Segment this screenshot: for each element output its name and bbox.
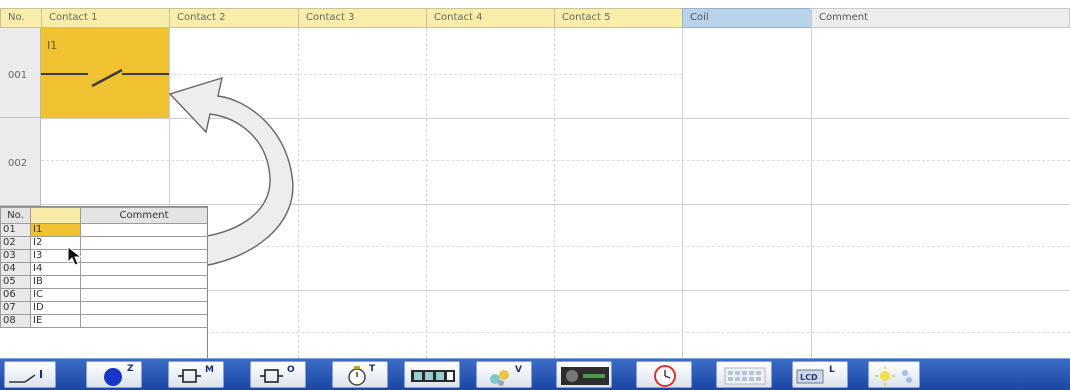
input-name[interactable]: IC [30,288,81,302]
light-button[interactable] [868,361,920,388]
list-item[interactable]: 03 I3 [0,249,207,263]
input-name[interactable]: IE [30,314,81,328]
list-item[interactable]: 04 I4 [0,262,207,276]
input-name[interactable]: I1 [30,223,81,237]
counter-button[interactable] [404,361,460,388]
column-header-contact-4[interactable]: Contact 4 [426,8,555,28]
counter-icon [411,370,455,382]
compare-v-icon [490,370,509,386]
o-button[interactable]: O [250,361,306,388]
contact-input-button[interactable]: I [4,361,56,388]
blue-circle-icon [104,368,122,386]
svg-text:LCD: LCD [800,373,818,382]
lcd-icon: LCD [796,369,824,384]
list-item[interactable]: 02 I2 [0,236,207,250]
keypad-icon [724,367,766,385]
instruction-toolbar: I Z M O T V LCD L [0,358,1070,390]
list-item[interactable]: 07 ID [0,301,207,315]
column-header-contact-5[interactable]: Contact 5 [554,8,683,28]
column-header-contact-1[interactable]: Contact 1 [41,8,170,28]
input-name[interactable]: ID [30,301,81,315]
relay-m-icon [178,369,201,383]
clock-button[interactable] [636,361,692,388]
input-name[interactable]: IB [30,275,81,289]
list-header-no: No. [0,207,31,224]
list-header-comment: Comment [80,207,207,224]
column-header-comment[interactable]: Comment [811,8,1070,28]
row-number-002[interactable]: 002 [0,118,41,206]
list-item[interactable]: 06 IC [0,288,207,302]
list-item[interactable]: 05 IB [0,275,207,289]
column-header-no: No. [0,8,42,28]
timer-icon [348,366,366,386]
clock-icon [654,365,676,387]
column-header-contact-3[interactable]: Contact 3 [298,8,427,28]
z-button[interactable]: Z [86,361,142,388]
relay-o-icon [260,369,283,383]
mouse-pointer-icon [67,245,83,266]
light-icon [875,366,912,386]
timer-button[interactable]: T [332,361,388,388]
list-item[interactable]: 08 IE [0,314,207,328]
lcd-button[interactable]: LCD L [792,361,848,388]
analog-button[interactable] [556,361,612,388]
contact-input-icon [9,374,36,383]
list-header-name [30,207,81,224]
analog-icon [561,367,609,385]
column-header-coil[interactable]: Coil [682,8,812,28]
input-list-panel: No. Comment 01 I1 02 I2 03 I3 04 I4 05 I… [0,206,208,359]
list-item[interactable]: 01 I1 [0,223,207,237]
selected-contact-cell[interactable] [41,28,169,118]
compare-v-button[interactable]: V [476,361,532,388]
column-header-contact-2[interactable]: Contact 2 [169,8,299,28]
contact-label-i1: I1 [47,39,58,52]
m-button[interactable]: M [168,361,224,388]
row-number-001[interactable]: 001 [0,28,41,118]
keypad-button[interactable] [716,361,772,388]
